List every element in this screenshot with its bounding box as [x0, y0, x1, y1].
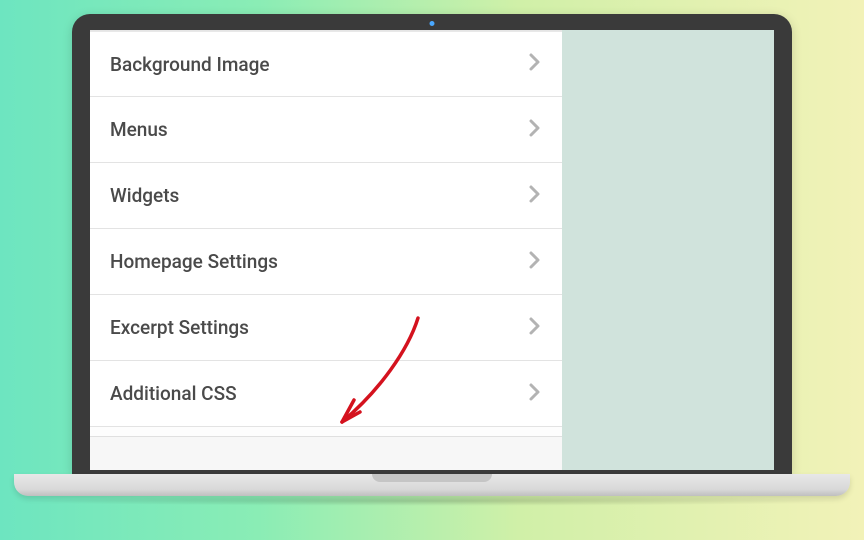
- chevron-right-icon: [528, 184, 542, 208]
- menu-item-label: Excerpt Settings: [110, 316, 249, 339]
- chevron-right-icon: [528, 316, 542, 340]
- menu-item-label: Background Image: [110, 53, 270, 76]
- chevron-right-icon: [528, 52, 542, 76]
- laptop-mockup: Background Image Menus Widgets: [72, 14, 792, 496]
- menu-item-label: Widgets: [110, 184, 179, 207]
- menu-item-label: Menus: [110, 118, 168, 141]
- chevron-right-icon: [528, 118, 542, 142]
- menu-item-homepage-settings[interactable]: Homepage Settings: [90, 229, 562, 295]
- menu-item-excerpt-settings[interactable]: Excerpt Settings: [90, 295, 562, 361]
- camera-dot: [430, 21, 435, 26]
- customizer-menu-list: Background Image Menus Widgets: [90, 31, 562, 436]
- menu-item-additional-css[interactable]: Additional CSS: [90, 361, 562, 427]
- chevron-right-icon: [528, 382, 542, 406]
- menu-item-label: Homepage Settings: [110, 250, 278, 273]
- customizer-sidebar: Background Image Menus Widgets: [90, 30, 562, 470]
- preview-panel: [562, 30, 774, 470]
- menu-item-background-image[interactable]: Background Image: [90, 31, 562, 97]
- laptop-bezel: Background Image Menus Widgets: [72, 14, 792, 474]
- screen: Background Image Menus Widgets: [90, 30, 774, 470]
- sidebar-footer-strip: [90, 436, 562, 470]
- chevron-right-icon: [528, 250, 542, 274]
- laptop-base: [14, 474, 850, 496]
- menu-item-menus[interactable]: Menus: [90, 97, 562, 163]
- menu-item-label: Additional CSS: [110, 382, 237, 405]
- laptop-notch: [372, 474, 492, 482]
- menu-item-widgets[interactable]: Widgets: [90, 163, 562, 229]
- laptop-shadow: [14, 496, 850, 506]
